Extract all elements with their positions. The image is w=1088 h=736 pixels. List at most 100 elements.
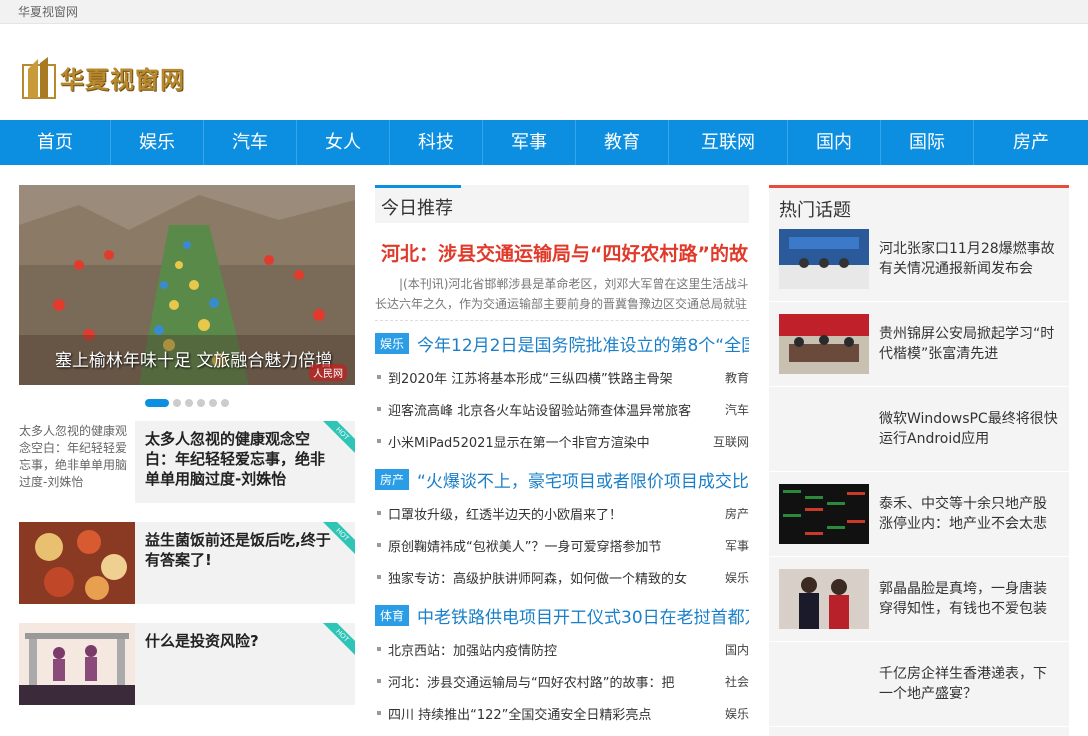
news-item-title[interactable]: 四川 持续推出“122”全国交通安全日精彩亮点: [388, 704, 717, 723]
section-headline-row[interactable]: 娱乐 今年12月2日是国务院批准设立的第8个“全国: [375, 325, 749, 361]
topic-item[interactable]: 泰禾、中交等十余只地产股涨停业内：地产业不会太悲: [769, 472, 1069, 557]
news-item[interactable]: 河北：涉县交通运输局与“四好农村路”的故事：把 社会: [375, 665, 749, 697]
nav-item-women[interactable]: 女人: [297, 120, 390, 165]
news-section: 房产 “火爆谈不上，豪宅项目或者限价项目成交比 口罩妆升级，红透半边天的小欧眉来…: [375, 461, 749, 593]
left-column: 塞上榆林年味十足 文旅融合魅力倍增 人民网 太多人忽视的健康观念空白：年纪轻轻爱…: [19, 185, 355, 724]
topic-image-empty: [779, 399, 869, 459]
card-title[interactable]: 太多人忽视的健康观念空白：年纪轻轻爱忘事，绝非单单用脑过度-刘姝怡: [135, 421, 355, 503]
news-item-category[interactable]: 娱乐: [725, 705, 749, 722]
news-item-title[interactable]: 小米MiPad52021显示在第一个非官方渲染中: [388, 432, 705, 451]
news-item-title[interactable]: 迎客流高峰 北京各火车站设留验站筛查体温异常旅客: [388, 400, 717, 419]
news-item-title[interactable]: 北京西站：加强站内疫情防控: [388, 640, 717, 659]
news-item[interactable]: 到2020年 江苏将基本形成“三纵四横”铁路主骨架 教育: [375, 361, 749, 393]
topic-title[interactable]: 微软WindowsPC最终将很快运行Android应用: [869, 409, 1069, 449]
hot-card[interactable]: 太多人忽视的健康观念空白：年纪轻轻爱忘事，绝非单单用脑过度-刘姝怡 太多人忽视的…: [19, 421, 355, 503]
slider-dot[interactable]: [173, 399, 181, 407]
slider-image[interactable]: 塞上榆林年味十足 文旅融合魅力倍增 人民网: [19, 185, 355, 385]
category-tag[interactable]: 房产: [375, 468, 410, 490]
hot-badge-icon: HOT: [323, 623, 355, 655]
topic-item[interactable]: 微软WindowsPC最终将很快运行Android应用: [769, 387, 1069, 472]
card-title[interactable]: 什么是投资风险?: [135, 623, 279, 705]
hot-card[interactable]: 什么是投资风险? HOT: [19, 623, 355, 705]
nav-item-internet[interactable]: 互联网: [669, 120, 788, 165]
nav-item-military[interactable]: 军事: [483, 120, 576, 165]
news-item-category[interactable]: 汽车: [725, 401, 749, 418]
topic-title[interactable]: 泰禾、中交等十余只地产股涨停业内：地产业不会太悲: [869, 494, 1069, 534]
card-image: [19, 522, 135, 604]
news-item-category[interactable]: 国内: [725, 641, 749, 658]
category-tag[interactable]: 娱乐: [375, 332, 410, 354]
section-headline[interactable]: 中老铁路供电项目开工仪式30日在老挝首都万: [417, 603, 749, 628]
slider-dot[interactable]: [145, 399, 169, 407]
lead-headline[interactable]: 河北：涉县交通运输局与“四好农村路”的故: [375, 223, 749, 266]
slider-caption[interactable]: 塞上榆林年味十足 文旅融合魅力倍增: [55, 346, 332, 371]
news-item-category[interactable]: 房产: [725, 505, 749, 522]
today-recommend: 今日推荐 河北：涉县交通运输局与“四好农村路”的故 |(本刊讯)河北省邯郸涉县是…: [375, 185, 749, 729]
topic-image: [779, 229, 869, 289]
hot-card[interactable]: 益生菌饭前还是饭后吃,终于有答案了! HOT: [19, 522, 355, 604]
news-item-category[interactable]: 社会: [725, 673, 749, 690]
news-item-title[interactable]: 河北：涉县交通运输局与“四好农村路”的故事：把: [388, 672, 717, 691]
topic-item[interactable]: 河北张家口11月28爆燃事故有关情况通报新闻发布会: [769, 217, 1069, 302]
slider-dot[interactable]: [221, 399, 229, 407]
today-heading: 今日推荐: [381, 198, 453, 219]
topic-item[interactable]: 千亿房企祥生香港递表，下一个地产盛宴？: [769, 642, 1069, 727]
topic-title[interactable]: 贵州锦屏公安局掀起学习“时代楷模”张富清先进: [869, 324, 1069, 364]
news-item[interactable]: 北京西站：加强站内疫情防控 国内: [375, 633, 749, 665]
slider-dot[interactable]: [209, 399, 217, 407]
category-tag[interactable]: 体育: [375, 604, 410, 626]
nav-item-domestic[interactable]: 国内: [788, 120, 881, 165]
bullet-icon: [377, 679, 381, 683]
bullet-icon: [377, 439, 381, 443]
topic-image-empty: [779, 654, 869, 714]
nav-item-realestate[interactable]: 房产: [974, 120, 1088, 165]
topic-title[interactable]: 郭晶晶脸是真垮，一身唐装穿得知性，有钱也不爱包装: [869, 579, 1069, 619]
section-headline[interactable]: 今年12月2日是国务院批准设立的第8个“全国: [417, 331, 749, 356]
news-item[interactable]: 小米MiPad52021显示在第一个非官方渲染中 互联网: [375, 425, 749, 457]
topic-title[interactable]: 千亿房企祥生香港递表，下一个地产盛宴？: [869, 664, 1069, 704]
slider-dot[interactable]: [197, 399, 205, 407]
nav-item-entertainment[interactable]: 娱乐: [111, 120, 204, 165]
news-item-title[interactable]: 口罩妆升级，红透半边天的小欧眉来了！: [388, 504, 717, 523]
news-item-category[interactable]: 娱乐: [725, 569, 749, 586]
section-headline-row[interactable]: 房产 “火爆谈不上，豪宅项目或者限价项目成交比: [375, 461, 749, 497]
site-logo[interactable]: 华夏视窗网: [22, 54, 185, 100]
news-item[interactable]: 迎客流高峰 北京各火车站设留验站筛查体温异常旅客 汽车: [375, 393, 749, 425]
news-section: 体育 中老铁路供电项目开工仪式30日在老挝首都万 北京西站：加强站内疫情防控 国内…: [375, 597, 749, 729]
nav-item-international[interactable]: 国际: [881, 120, 974, 165]
slider-dot[interactable]: [185, 399, 193, 407]
hot-topics: 热门话题 河北张家口11月28爆燃事故有关情况通报新闻发布会 贵州锦屏公安局掀起…: [769, 185, 1069, 736]
news-item[interactable]: 独家专访：高级护肤讲师阿森，如何做一个精致的女 娱乐: [375, 561, 749, 593]
news-item-title[interactable]: 到2020年 江苏将基本形成“三纵四横”铁路主骨架: [388, 368, 717, 387]
topic-image: [779, 569, 869, 629]
nav-item-auto[interactable]: 汽车: [204, 120, 297, 165]
topic-title[interactable]: 河北张家口11月28爆燃事故有关情况通报新闻发布会: [869, 239, 1069, 279]
news-item[interactable]: 四川 持续推出“122”全国交通安全日精彩亮点 娱乐: [375, 697, 749, 729]
lead-summary: |(本刊讯)河北省邯郸涉县是革命老区，刘邓大军曾在这里生活战斗长达六年之久，作为…: [375, 277, 749, 311]
news-item[interactable]: 口罩妆升级，红透半边天的小欧眉来了！ 房产: [375, 497, 749, 529]
news-item-title[interactable]: 独家专访：高级护肤讲师阿森，如何做一个精致的女: [388, 568, 717, 587]
nav-item-tech[interactable]: 科技: [390, 120, 483, 165]
section-headline-row[interactable]: 体育 中老铁路供电项目开工仪式30日在老挝首都万: [375, 597, 749, 633]
news-item[interactable]: 原创鞠婧祎成“包袱美人”？一身可爱穿搭参加节 军事: [375, 529, 749, 561]
divider: [375, 320, 749, 321]
topic-image: [779, 314, 869, 374]
section-headline[interactable]: “火爆谈不上，豪宅项目或者限价项目成交比: [417, 467, 749, 492]
news-item-category[interactable]: 军事: [725, 537, 749, 554]
nav-item-home[interactable]: 首页: [0, 120, 111, 165]
hot-badge-icon: HOT: [323, 522, 355, 554]
bullet-icon: [377, 711, 381, 715]
topbar: 华夏视窗网: [0, 0, 1088, 24]
topic-item[interactable]: 郭晶晶脸是真垮，一身唐装穿得知性，有钱也不爱包装: [769, 557, 1069, 642]
topic-item[interactable]: 贵州锦屏公安局掀起学习“时代楷模”张富清先进: [769, 302, 1069, 387]
bullet-icon: [377, 647, 381, 651]
bullet-icon: [377, 375, 381, 379]
news-item-category[interactable]: 教育: [725, 369, 749, 386]
nav-item-education[interactable]: 教育: [576, 120, 669, 165]
news-item-category[interactable]: 互联网: [713, 433, 749, 450]
card-title[interactable]: 益生菌饭前还是饭后吃,终于有答案了!: [135, 522, 355, 604]
topbar-site-name[interactable]: 华夏视窗网: [18, 5, 78, 19]
news-section: 娱乐 今年12月2日是国务院批准设立的第8个“全国 到2020年 江苏将基本形成…: [375, 325, 749, 457]
news-item-title[interactable]: 原创鞠婧祎成“包袱美人”？一身可爱穿搭参加节: [388, 536, 717, 555]
hot-topics-heading: 热门话题: [769, 185, 1069, 221]
